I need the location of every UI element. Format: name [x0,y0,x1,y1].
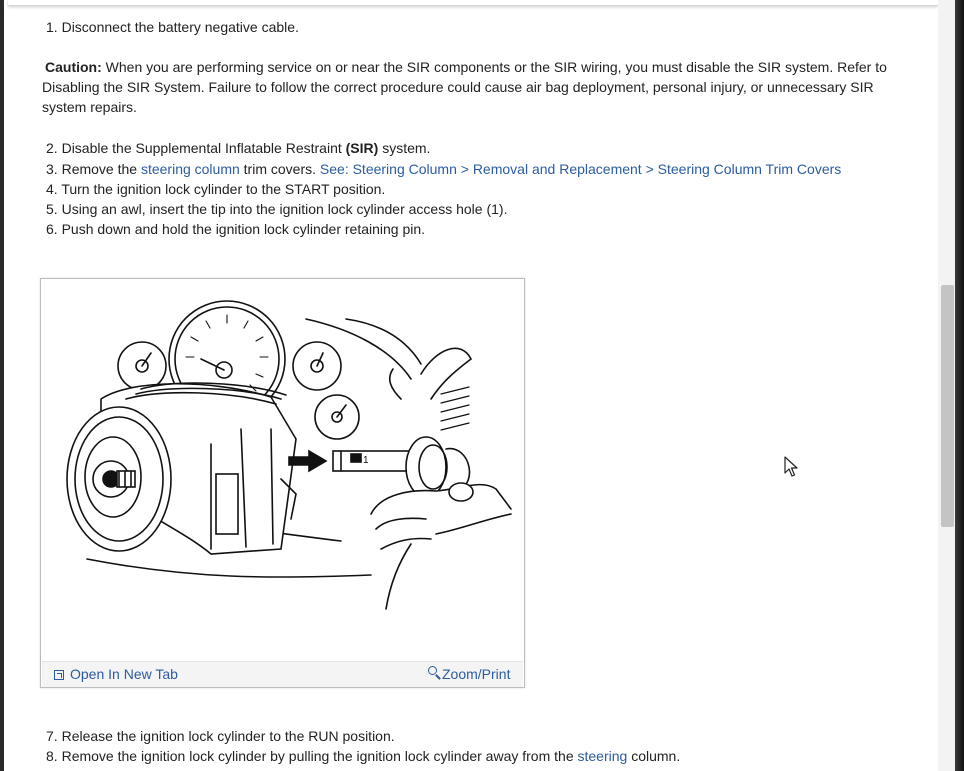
figure-toolbar: Open In New Tab Zoom/Print [42,661,523,687]
open-in-new-tab-button[interactable]: Open In New Tab [54,666,178,682]
step-8-text-end: column. [627,748,681,764]
steering-link[interactable]: steering [578,748,628,764]
step-4-number: 4. [46,181,58,197]
step-5-text: Using an awl, insert the tip into the ig… [61,201,508,217]
dash-vents [440,386,470,431]
illustration-figure: 1 Open In New Tab Zoom/Print [40,278,525,688]
ignition-lock-cylinder-illustration: 1 [66,300,512,610]
step-6-number: 6. [46,221,58,237]
step-2-text-end: system. [378,140,431,156]
zoom-print-button[interactable]: Zoom/Print [428,666,510,682]
step-2-text: Disable the Supplemental Inflatable Rest… [61,140,346,156]
step-6: 6. Push down and hold the ignition lock … [46,219,425,239]
zoom-print-label: Zoom/Print [442,666,511,682]
mouse-pointer-icon [784,456,798,477]
caution-text: When you are performing service on or ne… [42,59,887,115]
open-in-new-tab-label: Open In New Tab [70,666,178,682]
steering-wheel [66,406,172,552]
step-2-bold: (SIR) [345,140,379,156]
scrollbar-thumb[interactable] [941,285,954,527]
trim-covers-see-link[interactable]: See: Steering Column > Removal and Repla… [320,161,841,177]
zoom-icon [428,666,442,680]
step-8: 8. Remove the ignition lock cylinder by … [46,746,680,766]
window-right-edge [955,0,964,771]
steering-column-link[interactable]: steering column [141,161,240,177]
step-3-text-mid: trim covers. [239,161,320,177]
step-4: 4. Turn the ignition lock cylinder to th… [46,179,385,199]
step-5: 5. Using an awl, insert the tip into the… [46,199,507,219]
step-8-text: Remove the ignition lock cylinder by pul… [61,748,578,764]
header-bar-edge [8,0,938,6]
step-7-text: Release the ignition lock cylinder to th… [61,728,395,744]
step-2: 2. Disable the Supplemental Inflatable R… [46,138,430,158]
step-3-number: 3. [46,161,58,177]
step-7: 7. Release the ignition lock cylinder to… [46,726,395,746]
step-3-text: Remove the [61,161,141,177]
caution-label: Caution: [45,59,102,75]
step-7-number: 7. [46,728,58,744]
lock-cylinder [332,436,471,498]
open-new-tab-icon [54,670,64,680]
step-2-number: 2. [46,140,58,156]
step-8-number: 8. [46,748,58,764]
step-1-text: Disconnect the battery negative cable. [61,19,299,35]
step-1-number: 1. [46,19,58,35]
callout-number: 1 [363,455,369,466]
step-6-text: Push down and hold the ignition lock cyl… [61,221,426,237]
step-3: 3. Remove the steering column trim cover… [46,159,841,179]
caution-note: Caution: When you are performing service… [42,57,902,117]
step-4-text: Turn the ignition lock cylinder to the S… [61,181,386,197]
step-1: 1. Disconnect the battery negative cable… [46,17,299,37]
step-5-number: 5. [46,201,58,217]
